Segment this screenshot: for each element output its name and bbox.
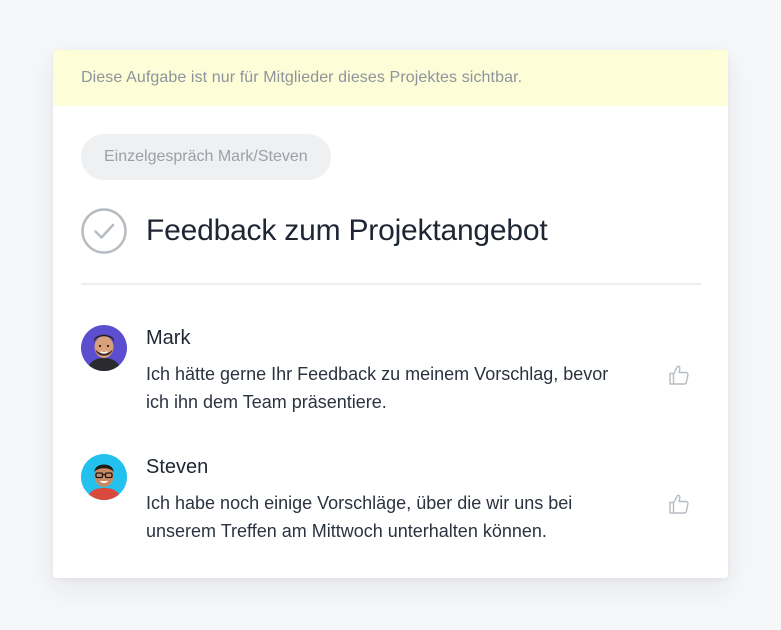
- visibility-notice: Diese Aufgabe ist nur für Mitglieder die…: [53, 50, 728, 106]
- comment-author: Mark: [146, 327, 191, 349]
- task-title-row: Feedback zum Projektangebot: [81, 208, 548, 254]
- comment-author: Steven: [146, 456, 209, 478]
- comment-text: Ich habe noch einige Vorschläge, über di…: [146, 493, 573, 541]
- task-card: Diese Aufgabe ist nur für Mitglieder die…: [53, 50, 728, 578]
- task-title[interactable]: Feedback zum Projektangebot: [146, 214, 548, 248]
- divider: [81, 283, 701, 285]
- avatar[interactable]: [81, 325, 127, 371]
- comment-text: Ich hätte gerne Ihr Feedback zu meinem V…: [146, 364, 609, 412]
- visibility-notice-text: Diese Aufgabe ist nur für Mitglieder die…: [81, 69, 523, 86]
- thumbs-up-icon[interactable]: [667, 492, 691, 516]
- thumbs-up-icon[interactable]: [667, 363, 691, 387]
- task-tag[interactable]: Einzelgespräch Mark/Steven: [81, 134, 331, 180]
- avatar[interactable]: [81, 454, 127, 500]
- complete-task-check-icon[interactable]: [81, 208, 127, 254]
